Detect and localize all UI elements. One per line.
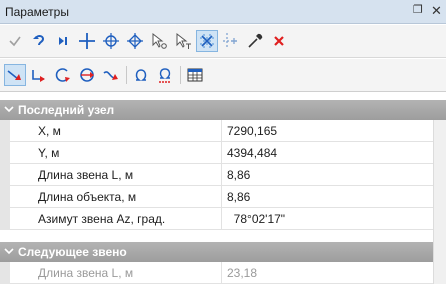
omega-icon[interactable] xyxy=(130,64,152,86)
close-icon[interactable]: ✕ xyxy=(431,3,445,19)
section-title: Следующее звено xyxy=(18,245,127,259)
circle-arrow-icon[interactable] xyxy=(76,64,98,86)
toolbar-top xyxy=(0,25,446,58)
property-name: Длина звена L, м xyxy=(10,262,222,284)
property-name: Длина объекта, м xyxy=(10,186,222,208)
property-name: Азимут звена Az, град. xyxy=(10,208,222,230)
property-value[interactable]: 4394,484 xyxy=(223,142,433,164)
arc-icon[interactable] xyxy=(52,64,74,86)
panel-title: Параметры xyxy=(5,5,69,19)
property-row[interactable]: Длина объекта, м 8,86 xyxy=(0,186,446,208)
delete-icon[interactable] xyxy=(268,30,290,52)
property-name: Длина звена L, м xyxy=(10,164,222,186)
dotted-cross-icon[interactable] xyxy=(220,30,242,52)
pointer-t-icon[interactable] xyxy=(172,30,194,52)
property-row[interactable]: X, м 7290,165 xyxy=(0,120,446,142)
property-value[interactable]: 8,86 xyxy=(223,164,433,186)
vertical-scrollbar[interactable] xyxy=(433,120,446,284)
snap-grid-icon[interactable] xyxy=(196,30,218,52)
crosshair-icon[interactable] xyxy=(76,30,98,52)
property-value: 23,18 xyxy=(227,266,258,280)
property-row[interactable]: Длина звена L, м 23,18 xyxy=(0,262,446,284)
line-arrow-icon[interactable] xyxy=(4,64,26,86)
property-name: X, м xyxy=(10,120,222,142)
toolbar-separator xyxy=(126,66,127,84)
property-row[interactable]: Азимут звена Az, град. 78°02'17" xyxy=(0,208,446,230)
circle-cross-icon[interactable] xyxy=(100,30,122,52)
section-header-last-node[interactable]: Последний узел xyxy=(0,100,446,120)
property-row[interactable]: Длина звена L, м 8,86 xyxy=(0,164,446,186)
perpendicular-icon[interactable] xyxy=(28,64,50,86)
property-name: Y, м xyxy=(10,142,222,164)
property-row[interactable]: Y, м 4394,484 xyxy=(0,142,446,164)
toolbar-bottom xyxy=(0,59,446,92)
pipette-icon[interactable] xyxy=(244,30,266,52)
pointer-o-icon[interactable] xyxy=(148,30,170,52)
panel-titlebar: Параметры ❐ ✕ xyxy=(0,0,446,24)
property-value[interactable]: 8,86 xyxy=(223,186,433,208)
omega-settings-icon[interactable] xyxy=(154,64,176,86)
property-value[interactable]: 7290,165 xyxy=(223,120,433,142)
next-icon[interactable] xyxy=(52,30,74,52)
section-header-next-link[interactable]: Следующее звено xyxy=(0,242,446,262)
property-value[interactable]: 78°02'17" xyxy=(223,208,433,230)
check-icon[interactable] xyxy=(4,30,26,52)
section-title: Последний узел xyxy=(18,103,115,117)
chevron-down-icon xyxy=(4,106,14,113)
curve-icon[interactable] xyxy=(100,64,122,86)
toolbar-separator xyxy=(180,66,181,84)
circle-cross-alt-icon[interactable] xyxy=(124,30,146,52)
table-icon[interactable] xyxy=(184,64,206,86)
chevron-down-icon xyxy=(4,248,14,255)
pin-icon[interactable]: ❐ xyxy=(413,3,427,19)
undo-icon[interactable] xyxy=(28,30,50,52)
